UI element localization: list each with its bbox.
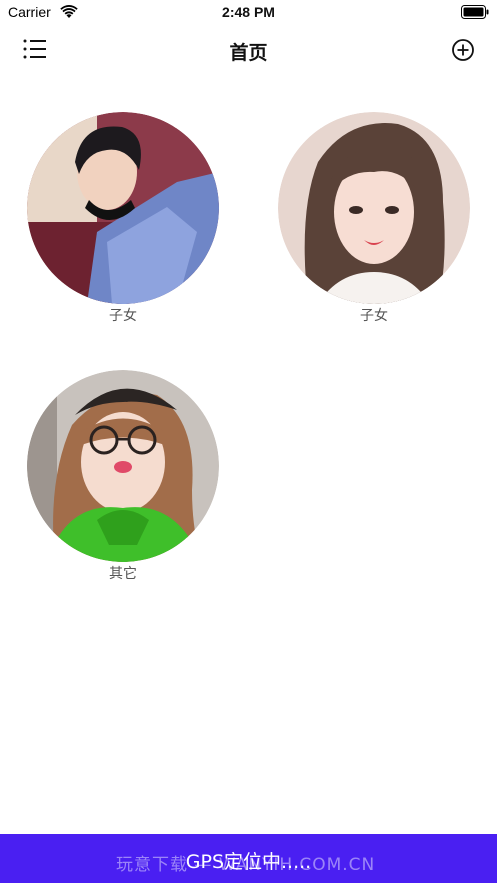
avatar-photo-young-woman xyxy=(278,112,470,304)
category-card-other[interactable]: 其它 xyxy=(27,370,219,583)
page-title: 首页 xyxy=(229,42,268,64)
avatar-photo-girl-glasses xyxy=(27,370,219,562)
category-label: 子女 xyxy=(360,308,388,324)
gps-status-bar: GPS定位中..... 玩意下载 — WANYIH.COM.CN xyxy=(0,834,497,883)
category-label: 其它 xyxy=(109,566,137,582)
category-label: 子女 xyxy=(109,308,137,324)
plus-circle-icon[interactable] xyxy=(451,38,475,62)
status-time: 2:48 PM xyxy=(222,4,275,20)
status-bar: Carrier 2:48 PM xyxy=(0,0,497,26)
category-card-children-2[interactable]: 子女 xyxy=(278,112,470,325)
category-card-children-1[interactable]: 子女 xyxy=(27,112,219,325)
avatar-photo-young-man xyxy=(27,112,219,304)
battery-icon xyxy=(461,5,489,19)
navigation-bar: 首页 xyxy=(0,26,497,76)
watermark-text: 玩意下载 — WANYIH.COM.CN xyxy=(116,855,376,875)
